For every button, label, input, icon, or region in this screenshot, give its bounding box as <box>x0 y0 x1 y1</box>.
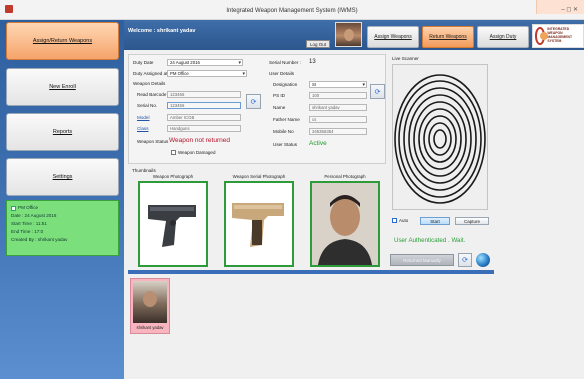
office-label: PM Office <box>18 205 39 210</box>
header-bar: Welcome : shrikant yadav Log Out Assign … <box>124 20 584 50</box>
auto-box[interactable] <box>392 218 397 223</box>
tab-return-weapons[interactable]: Return Weapons <box>422 26 474 48</box>
duty-assigned-label: Duty Assigned at <box>133 71 168 76</box>
serial-number-value: 13 <box>309 59 316 65</box>
refresh-user-icon: ⟳ <box>374 88 381 96</box>
settings-label: Settings <box>52 174 73 180</box>
face-image <box>312 183 378 265</box>
new-enroll-button[interactable]: New Enroll <box>6 68 119 106</box>
session-start-time: Start Time : 11:51 <box>11 221 47 226</box>
emblem-icon <box>535 27 549 45</box>
new-enroll-label: New Enroll <box>49 84 76 90</box>
serial-number-label: Serial Number : <box>269 60 301 65</box>
brand-text: INTEGRATED WEAPON MANAGEMENT SYSTEM <box>547 27 573 43</box>
user-details-label: User Details <box>269 71 295 76</box>
details-panel: Duty Date 24 August 2016 Duty Assigned a… <box>128 54 386 164</box>
father-name-field[interactable]: cs <box>309 116 367 123</box>
duty-date-label: Duty Date <box>133 60 154 65</box>
class-field[interactable]: Handguns <box>167 125 241 132</box>
mobile-no-label: Mobile No <box>273 129 294 134</box>
recent-user-card[interactable]: shrikant yadav <box>130 278 170 334</box>
user-status-label: User Status <box>273 142 297 147</box>
pistol-image <box>140 183 206 265</box>
weapon-serial-photo-label: Weapon Serial Photograph <box>232 174 286 179</box>
session-date: Date : 24 August 2016 <box>11 213 57 218</box>
window-controls[interactable]: – ◻ ✕ <box>561 6 578 13</box>
window-title: Integrated Weapon Management System (IWM… <box>226 8 358 14</box>
father-name-label: Father Name <box>273 117 300 122</box>
model-link[interactable]: Model <box>137 115 150 120</box>
personal-photo-label: Personal Photograph <box>324 174 366 179</box>
designation-label: Designation <box>273 82 298 87</box>
refresh-icon: ⟳ <box>250 98 257 106</box>
serial-no-label: Serial No. <box>137 103 158 108</box>
weapon-photo <box>138 181 208 267</box>
returned-manually-button[interactable]: Returned Manually <box>390 254 454 266</box>
recent-user-photo <box>133 281 167 323</box>
fingerprint-icon <box>393 65 487 209</box>
weapon-damaged-box[interactable] <box>171 150 176 155</box>
reports-button[interactable]: Reports <box>6 113 119 151</box>
designation-select[interactable]: SI <box>309 81 367 88</box>
assign-return-weapons-label: Assign/Return Weapons <box>32 38 93 44</box>
session-office: PM Office <box>11 204 114 212</box>
welcome-text: Welcome : shrikant yadav <box>128 28 196 34</box>
tab-assign-weapons[interactable]: Assign Weapons <box>367 26 419 48</box>
weapon-status-value: Weapon not returned <box>169 137 230 144</box>
globe-icon[interactable] <box>476 253 490 267</box>
capture-button[interactable]: Capture <box>455 217 489 225</box>
divider-bar <box>128 270 494 274</box>
logout-button[interactable]: Log Out <box>306 40 330 48</box>
refresh-user-button[interactable]: ⟳ <box>370 84 385 99</box>
weapon-serial-photo <box>224 181 294 267</box>
session-info: PM Office Date : 24 August 2016 Start Ti… <box>6 200 119 256</box>
auto-label: Auto <box>399 218 409 223</box>
auto-checkbox[interactable]: Auto <box>392 218 408 223</box>
recent-user-name: shrikant yadav <box>136 325 164 330</box>
settings-button[interactable]: Settings <box>6 158 119 196</box>
assign-return-weapons-button[interactable]: Assign/Return Weapons <box>6 22 119 60</box>
weapon-status-label: Weapon Status <box>137 139 169 144</box>
user-avatar <box>335 22 362 47</box>
session-created-by: Created By : shrikant yadav <box>11 237 68 242</box>
weapon-damaged-label: Weapon Damaged <box>178 150 216 155</box>
thumbnails-title: Thumbnails <box>132 168 156 173</box>
read-barcode-field[interactable]: 123456 <box>167 91 241 98</box>
class-link[interactable]: Class <box>137 126 149 131</box>
office-checkbox[interactable] <box>11 205 16 211</box>
refresh-weapon-button[interactable]: ⟳ <box>246 94 261 109</box>
model-field[interactable]: Amber ICGB <box>167 114 241 121</box>
fingerprint-scanner-view <box>392 64 488 210</box>
weapon-photo-label: Weapon Photograph <box>152 174 194 179</box>
title-bar: Integrated Weapon Management System (IWM… <box>0 0 584 20</box>
duty-assigned-select[interactable]: PM Office <box>167 70 247 77</box>
name-label: Name <box>273 105 286 110</box>
reports-label: Reports <box>52 129 73 135</box>
ps-id-label: PS ID <box>273 93 285 98</box>
session-end-time: End Time : 17:0 <box>11 229 44 234</box>
ps-id-field[interactable]: 100 <box>309 92 367 99</box>
brand-logo: INTEGRATED WEAPON MANAGEMENT SYSTEM <box>532 24 584 48</box>
name-field[interactable]: shrikant yadav <box>309 104 367 111</box>
user-status-value: Active <box>309 140 327 147</box>
main-content: Duty Date 24 August 2016 Duty Assigned a… <box>124 50 584 379</box>
tab-assign-duty[interactable]: Assign Duty <box>477 26 529 48</box>
serial-no-field[interactable]: 123456 <box>167 102 241 109</box>
live-scanner-title: Live Scanner <box>392 56 419 61</box>
read-barcode-label: Read Barcode <box>137 92 167 97</box>
duty-date-picker[interactable]: 24 August 2016 <box>167 59 243 66</box>
start-button[interactable]: Start <box>420 217 450 225</box>
mobile-no-field[interactable]: 345356354 <box>309 128 367 135</box>
weapon-details-label: Weapon Details <box>133 81 166 86</box>
refresh-scan-icon: ⟳ <box>462 257 468 264</box>
sidebar: Assign/Return Weapons New Enroll Reports… <box>0 20 124 379</box>
authentication-message: User Authenticated . Wait. <box>394 237 466 244</box>
refresh-scan-button[interactable]: ⟳ <box>458 253 472 267</box>
weapon-damaged-checkbox[interactable]: Weapon Damaged <box>171 150 215 155</box>
pistol-serial-image <box>226 183 292 265</box>
personal-photo <box>310 181 380 267</box>
